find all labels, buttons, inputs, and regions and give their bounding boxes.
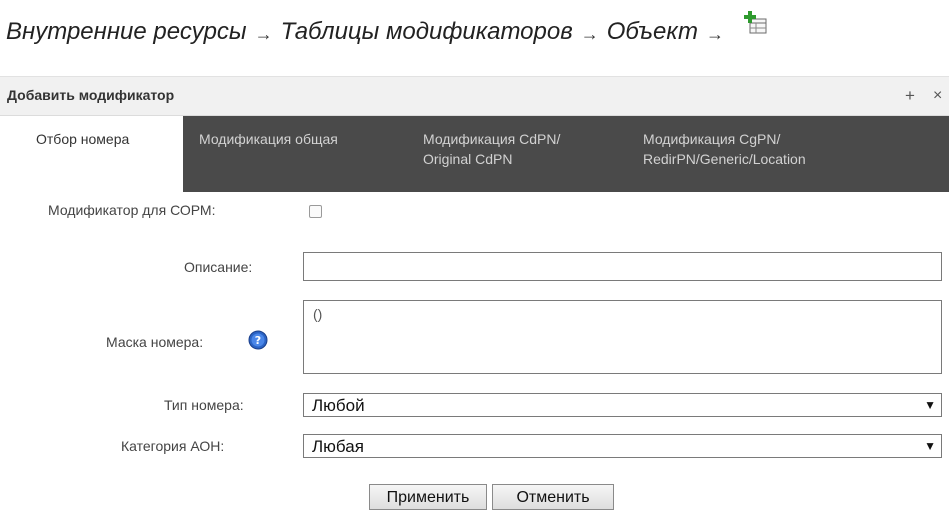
tab-bar: Отбор номера Модификация общая Модификац… (0, 116, 949, 192)
tab-label: Модификация CgPN/ (643, 131, 781, 147)
breadcrumb-separator: → (705, 23, 724, 44)
sorm-label: Модификатор для СОРМ: (48, 202, 216, 218)
breadcrumb-item-modifier-tables[interactable]: Таблицы модификаторов (281, 18, 573, 46)
cancel-button[interactable]: Отменить (492, 484, 614, 510)
tab-cgpn-modification[interactable]: Модификация CgPN/ RedirPN/Generic/Locati… (643, 116, 806, 192)
panel-header: Добавить модификатор + × (0, 76, 949, 116)
description-label: Описание: (184, 259, 253, 275)
help-icon[interactable]: ? (248, 330, 268, 350)
breadcrumb-separator: → (254, 23, 273, 44)
panel-title: Добавить модификатор (7, 87, 175, 103)
dropdown-arrow-icon: ▼ (924, 398, 936, 412)
close-icon[interactable]: × (933, 86, 942, 106)
category-label: Категория АОН: (121, 438, 225, 454)
description-input[interactable] (303, 252, 942, 281)
category-value: Любая (312, 437, 364, 456)
tab-label: Модификация общая (199, 131, 338, 147)
breadcrumb: Внутренние ресурсы → Таблицы модификатор… (6, 10, 949, 54)
tab-label: Отбор номера (36, 131, 130, 147)
svg-text:?: ? (255, 334, 261, 347)
category-select[interactable]: Любая ▼ (303, 434, 942, 458)
breadcrumb-item-internal-resources[interactable]: Внутренние ресурсы (6, 18, 247, 46)
number-type-select[interactable]: Любой ▼ (303, 393, 942, 417)
apply-button[interactable]: Применить (369, 484, 487, 510)
mask-label: Маска номера: (106, 334, 204, 350)
dropdown-arrow-icon: ▼ (924, 439, 936, 453)
tab-label: Модификация CdPN/ (423, 131, 561, 147)
tab-general-modification[interactable]: Модификация общая (199, 116, 338, 192)
tab-label-line2: Original CdPN (423, 151, 513, 167)
tab-cdpn-modification[interactable]: Модификация CdPN/ Original CdPN (423, 116, 560, 192)
mask-textarea[interactable]: () (303, 300, 942, 374)
tab-label-line2: RedirPN/Generic/Location (643, 151, 806, 167)
number-type-value: Любой (312, 396, 365, 415)
add-table-icon[interactable] (743, 10, 768, 42)
tab-number-selection[interactable]: Отбор номера (20, 116, 183, 192)
sorm-checkbox[interactable] (309, 205, 322, 218)
breadcrumb-item-object[interactable]: Объект (607, 18, 698, 46)
breadcrumb-separator: → (580, 23, 599, 44)
number-type-label: Тип номера: (164, 397, 244, 413)
expand-icon[interactable]: + (905, 86, 915, 106)
